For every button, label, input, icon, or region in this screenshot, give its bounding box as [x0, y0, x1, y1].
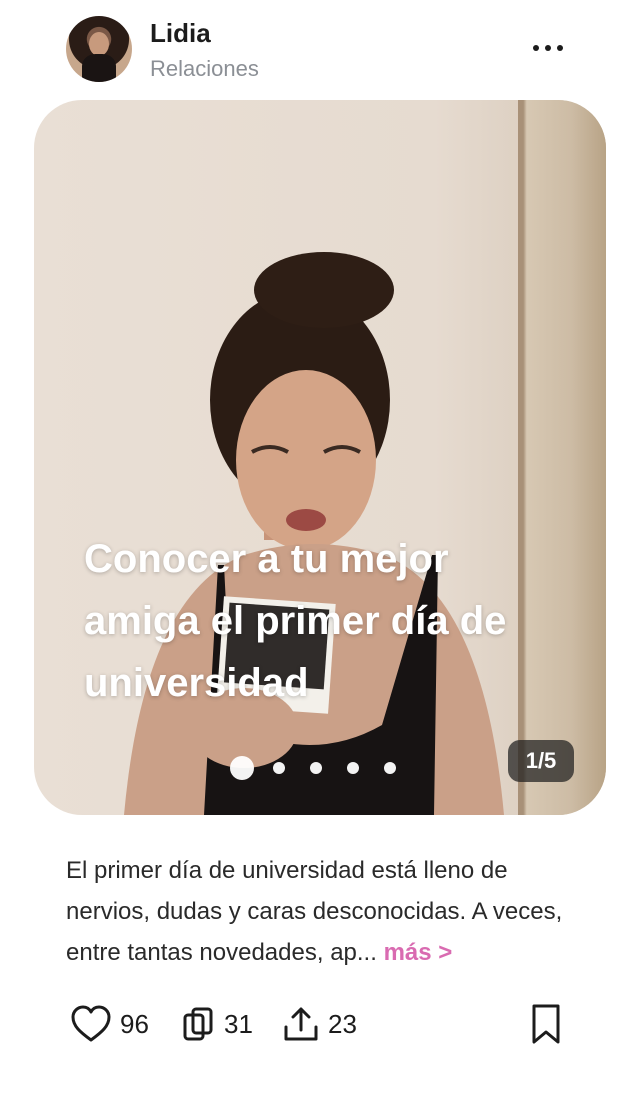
reposts-count: 31: [224, 1008, 253, 1039]
carousel-dot-active[interactable]: [230, 756, 254, 780]
post-description: El primer día de universidad está lleno …: [66, 850, 576, 973]
shares-count: 23: [328, 1008, 357, 1039]
repost-button[interactable]: 31: [182, 1000, 253, 1048]
bookmark-icon: [532, 1004, 560, 1044]
post-header: Lidia Relaciones: [0, 0, 640, 100]
carousel-indicator: [230, 756, 421, 780]
share-icon: [284, 1007, 318, 1041]
carousel-dot[interactable]: [273, 762, 285, 774]
author-category: Relaciones: [150, 56, 259, 81]
avatar[interactable]: [66, 16, 132, 82]
more-link[interactable]: más >: [384, 939, 453, 966]
more-dots-icon[interactable]: [528, 34, 568, 62]
post-caption: Conocer a tu mejor amiga el primer día d…: [84, 537, 507, 705]
share-button[interactable]: 23: [282, 1000, 357, 1048]
description-text: El primer día de universidad está lleno …: [66, 857, 563, 966]
likes-count: 96: [120, 1008, 149, 1039]
heart-icon: [71, 1005, 111, 1042]
bookmark-button[interactable]: [528, 1002, 564, 1051]
carousel-dot[interactable]: [347, 762, 359, 774]
like-button[interactable]: 96: [70, 1000, 149, 1048]
slide-counter: 1/5: [508, 740, 574, 782]
post-image-card[interactable]: Conocer a tu mejor amiga el primer día d…: [34, 100, 606, 815]
carousel-dot[interactable]: [384, 762, 396, 774]
author-name[interactable]: Lidia: [150, 18, 211, 49]
carousel-dot[interactable]: [310, 762, 322, 774]
avatar-face: [89, 32, 109, 56]
avatar-body: [82, 54, 116, 82]
repost-icon: [183, 1007, 213, 1041]
action-bar: 96 31 23: [70, 1000, 570, 1048]
